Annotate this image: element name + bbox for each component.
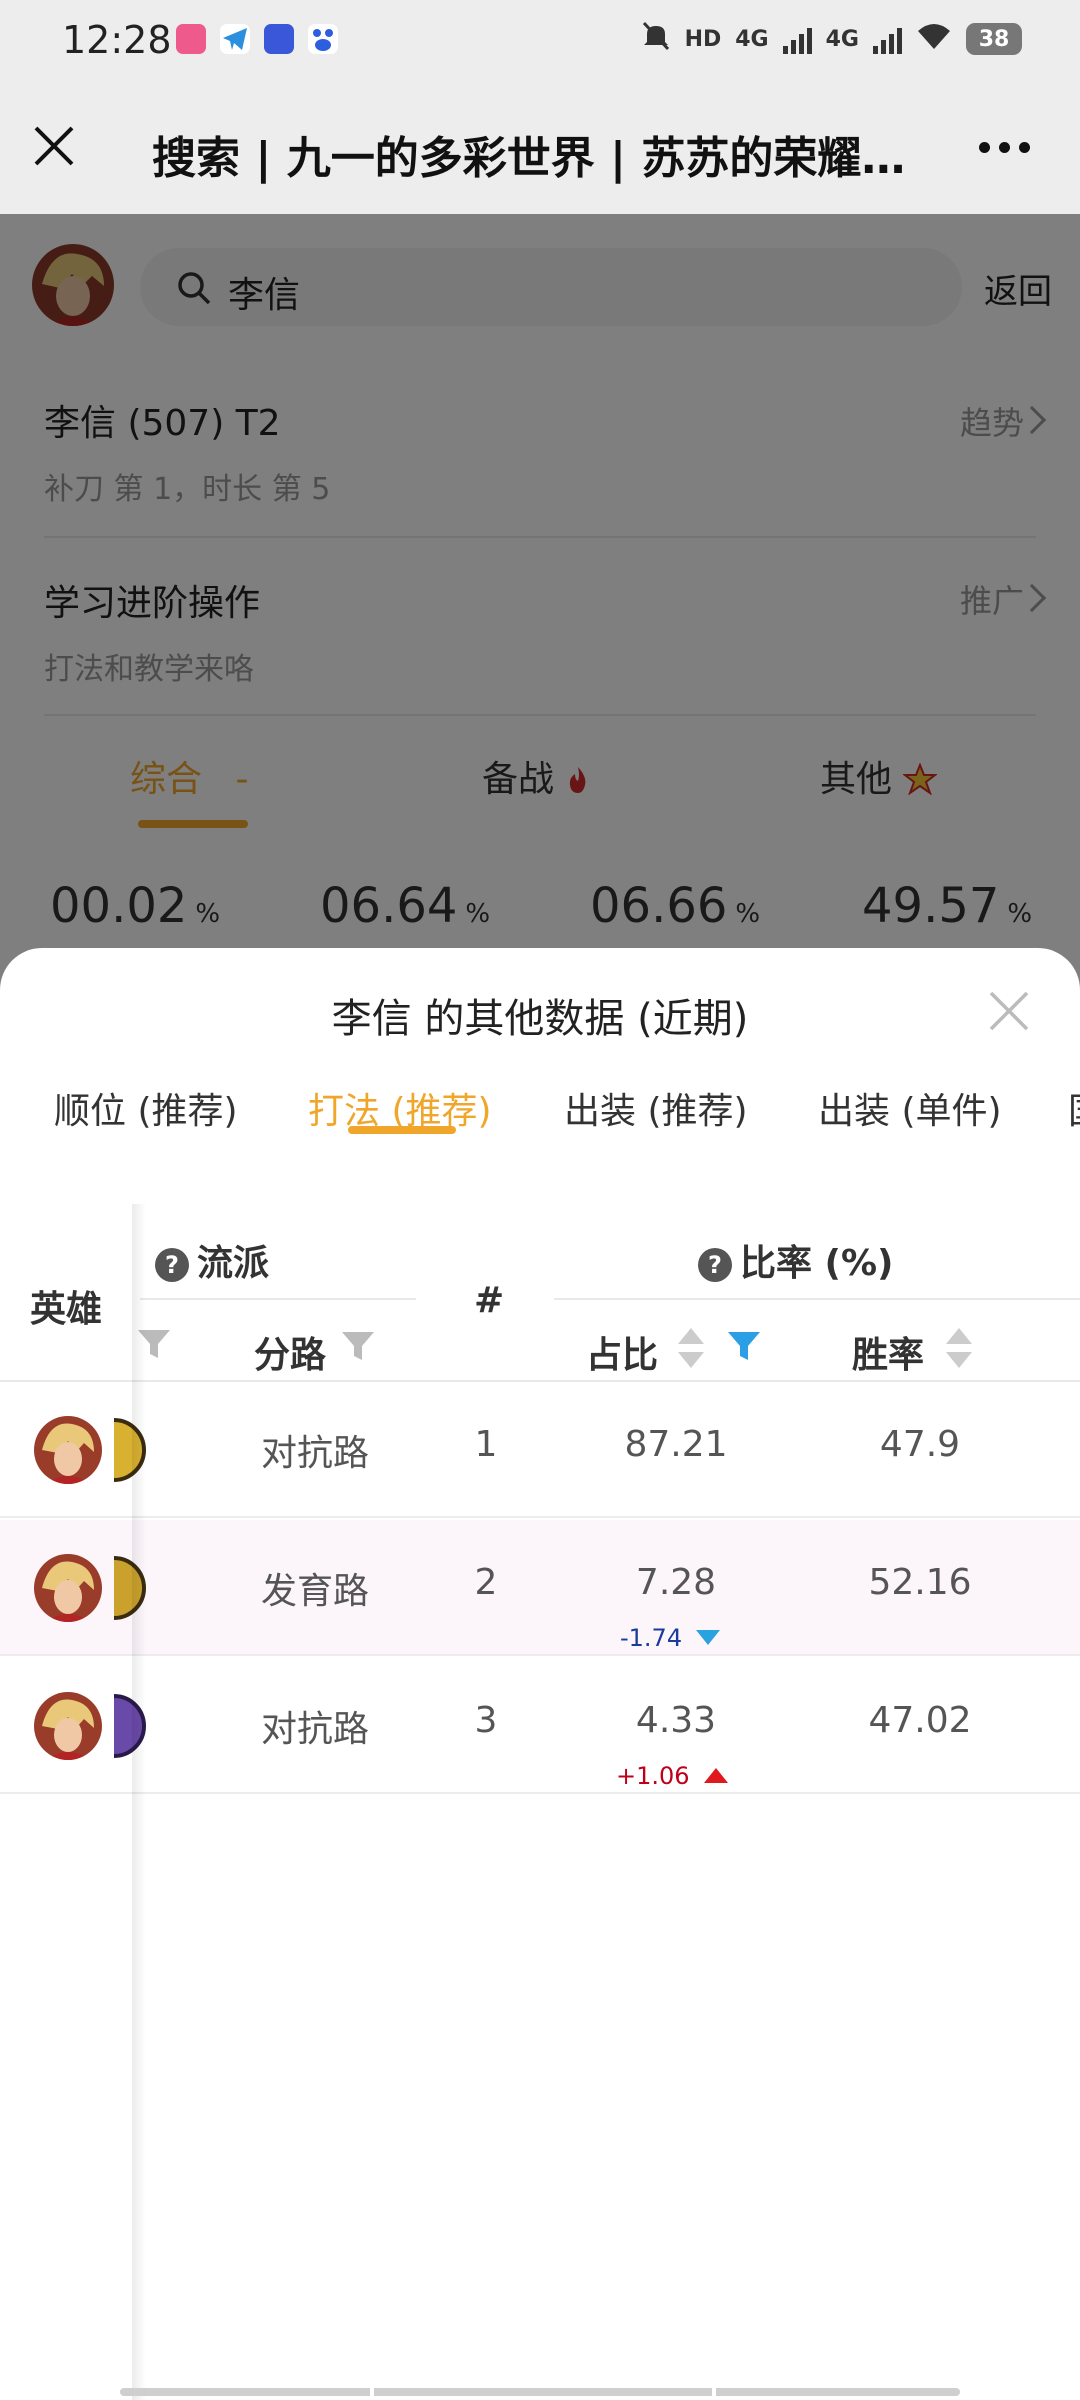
- tab-active-indicator: [348, 1126, 456, 1134]
- sort-icon[interactable]: [944, 1326, 974, 1370]
- telegram-app-icon: [220, 24, 250, 54]
- title-bar: 搜索 | 九一的多彩世界 | 苏苏的荣耀…: [0, 84, 1080, 214]
- playstyle-table: ? 流派 ? 比率 (%) # 分路 占比 胜率 对抗路 1 87.21 47.…: [0, 1204, 1080, 2400]
- baidu-app-icon: [308, 24, 338, 54]
- sheet-title: 李信 的其他数据 (近期): [331, 996, 749, 1042]
- network-4g-label: 4G: [735, 26, 769, 52]
- share-header[interactable]: 占比: [586, 1326, 658, 1378]
- winrate-cell: 47.9: [879, 1424, 961, 1465]
- sort-icon[interactable]: [676, 1326, 706, 1370]
- trend-down-icon: [696, 1630, 721, 1645]
- wifi-icon: [916, 21, 952, 57]
- rank-cell: 2: [474, 1562, 498, 1603]
- lane-header[interactable]: 分路: [254, 1326, 326, 1378]
- tieba-app-icon: [264, 24, 294, 54]
- tab-more[interactable]: 国: [1068, 1082, 1080, 1134]
- hero-column-header: 英雄: [0, 1204, 134, 1380]
- share-delta: +1.06: [616, 1762, 728, 1790]
- horizontal-scrollbar[interactable]: [120, 2388, 960, 2396]
- trend-up-icon: [703, 1768, 728, 1783]
- tab-build[interactable]: 出装 (推荐): [564, 1082, 748, 1134]
- close-icon[interactable]: [988, 990, 1030, 1032]
- share-delta: -1.74: [620, 1624, 721, 1652]
- status-time: 12:28: [62, 18, 172, 62]
- filter-icon[interactable]: [340, 1328, 376, 1364]
- close-icon[interactable]: [32, 124, 76, 168]
- rank-header: #: [474, 1280, 505, 1321]
- hero-avatar: [34, 1416, 102, 1484]
- hero-header: 英雄: [30, 1289, 103, 1330]
- fixed-column-shadow: [132, 1204, 146, 2400]
- share-cell: 7.28: [635, 1562, 717, 1603]
- hd-label: HD: [684, 26, 722, 52]
- share-cell: 87.21: [624, 1424, 728, 1465]
- rank-cell: 3: [474, 1700, 498, 1741]
- winrate-header[interactable]: 胜率: [852, 1326, 924, 1378]
- winrate-cell: 52.16: [868, 1562, 972, 1603]
- rank-cell: 1: [474, 1424, 498, 1465]
- rate-group-header: ? 比率 (%): [698, 1234, 894, 1286]
- signal-icon-2: [873, 24, 902, 54]
- status-indicators: HD 4G 4G 38: [641, 20, 1022, 58]
- winrate-cell: 47.02: [868, 1700, 972, 1741]
- header-divider: [140, 1298, 416, 1300]
- lane-cell: 对抗路: [260, 1709, 369, 1750]
- bottom-sheet: 李信 的其他数据 (近期) 顺位 (推荐) 打法 (推荐) 出装 (推荐) 出装…: [0, 948, 1080, 2400]
- lane-cell: 对抗路: [260, 1433, 369, 1474]
- sheet-tabs: 顺位 (推荐) 打法 (推荐) 出装 (推荐) 出装 (单件) 国: [0, 1068, 1080, 1158]
- help-icon[interactable]: ?: [698, 1248, 732, 1282]
- status-app-icons: [176, 24, 338, 54]
- share-cell: 4.33: [635, 1700, 717, 1741]
- table-row[interactable]: 发育路 2 7.28 -1.74 52.16: [0, 1520, 1080, 1656]
- table-row[interactable]: 对抗路 3 4.33 +1.06 47.02: [0, 1658, 1080, 1794]
- page-title: 搜索 | 九一的多彩世界 | 苏苏的荣耀…: [152, 133, 906, 184]
- battery-icon: 38: [966, 23, 1022, 55]
- tab-draft-pick[interactable]: 顺位 (推荐): [54, 1082, 238, 1134]
- header-divider: [554, 1298, 1080, 1300]
- table-row[interactable]: 对抗路 1 87.21 47.9: [0, 1382, 1080, 1518]
- school-group-header: ? 流派: [155, 1234, 269, 1286]
- network-4g-label-2: 4G: [825, 26, 859, 52]
- lane-cell: 发育路: [260, 1571, 369, 1612]
- status-bar: 12:28 HD 4G 4G 38: [0, 0, 1080, 84]
- filter-icon[interactable]: [726, 1328, 762, 1364]
- bilibili-app-icon: [176, 24, 206, 54]
- more-menu-icon[interactable]: [979, 142, 1030, 153]
- mute-bell-icon: [641, 20, 671, 58]
- help-icon[interactable]: ?: [155, 1248, 189, 1282]
- signal-icon-1: [782, 24, 812, 54]
- hero-avatar: [34, 1692, 102, 1760]
- hero-avatar: [34, 1554, 102, 1622]
- tab-build-single-item[interactable]: 出装 (单件): [818, 1082, 1002, 1134]
